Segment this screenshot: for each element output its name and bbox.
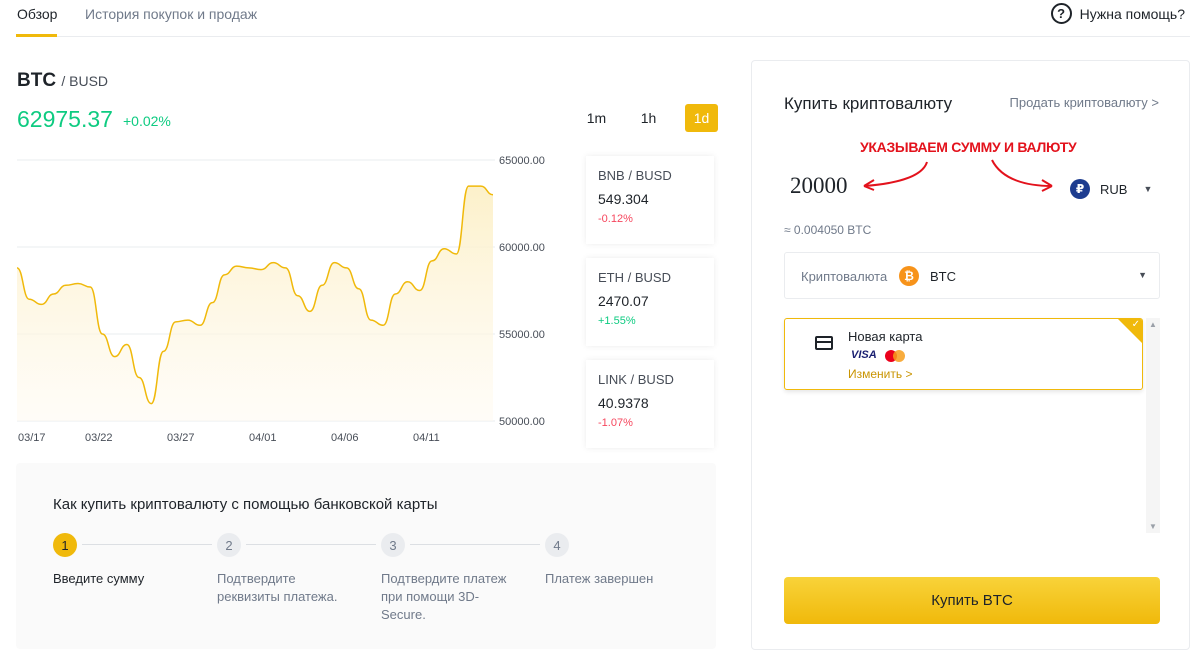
bitcoin-icon: ₿ <box>899 266 919 286</box>
step-4-dot: 4 <box>545 533 569 557</box>
help-label: Нужна помощь? <box>1079 5 1185 22</box>
x-tick-label: 03/22 <box>85 432 113 444</box>
market-name: BNB / BUSD <box>598 168 672 183</box>
step-2-dot: 2 <box>217 533 241 557</box>
tab-overview[interactable]: Обзор <box>17 6 57 22</box>
market-value: 2470.07 <box>598 293 649 309</box>
x-tick-label: 04/06 <box>331 432 359 444</box>
top-nav: Обзор История покупок и продаж ? Нужна п… <box>16 0 1190 37</box>
scrollbar[interactable]: ▲ ▼ <box>1146 318 1160 533</box>
change-card-link[interactable]: Изменить > <box>848 367 912 381</box>
currency-select[interactable]: ₽ RUB ▼ <box>1070 179 1152 199</box>
pair-title: BTC / BUSD <box>17 70 108 92</box>
market-value: 40.9378 <box>598 395 649 411</box>
sell-crypto-link[interactable]: Продать криптовалюту > <box>1010 95 1160 110</box>
timeframe-1m[interactable]: 1m <box>580 104 613 132</box>
price-area <box>17 186 493 421</box>
mastercard-logo <box>885 350 907 362</box>
buy-button[interactable]: Купить BTC <box>784 577 1160 624</box>
buy-crypto-card: Купить криптовалюту Продать криптовалюту… <box>751 60 1190 650</box>
step-1-dot: 1 <box>53 533 77 557</box>
market-name: LINK / BUSD <box>598 372 674 387</box>
card-name: Новая карта <box>848 329 923 344</box>
y-tick-label: 55000.00 <box>499 329 545 341</box>
pair-change: +0.02% <box>123 113 171 129</box>
y-tick-label: 65000.00 <box>499 155 545 167</box>
howto-panel: Как купить криптовалюту с помощью банков… <box>16 463 716 649</box>
x-tick-label: 04/01 <box>249 432 277 444</box>
pair-quote: / BUSD <box>61 73 109 89</box>
step-connector <box>82 544 212 545</box>
market-name: ETH / BUSD <box>598 270 671 285</box>
market-card-link[interactable]: LINK / BUSD 40.9378 -1.07% <box>586 360 714 448</box>
annotation-text: УКАЗЫВАЕМ СУММУ И ВАЛЮТУ <box>860 139 1077 155</box>
market-change: +1.55% <box>598 315 636 327</box>
currency-code: RUB <box>1100 181 1128 197</box>
market-card-eth[interactable]: ETH / BUSD 2470.07 +1.55% <box>586 258 714 346</box>
pair-price: 62975.37 <box>17 106 113 132</box>
buy-title: Купить криптовалюту <box>784 94 953 113</box>
market-change: -0.12% <box>598 213 633 225</box>
step-4-label: Платеж завершен <box>545 571 654 586</box>
help-circle-icon: ? <box>1050 3 1072 24</box>
scroll-down-icon[interactable]: ▼ <box>1149 522 1157 531</box>
y-tick-label: 60000.00 <box>499 242 545 254</box>
step-connector <box>246 544 376 545</box>
credit-card-icon <box>815 336 833 350</box>
check-icon: ✓ <box>1131 319 1140 330</box>
amount-input[interactable]: 20000 <box>790 173 848 199</box>
visa-logo: VISA <box>851 349 877 361</box>
caret-down-icon: ▼ <box>1143 184 1153 194</box>
step-connector <box>410 544 540 545</box>
price-chart: 65000.00 60000.00 55000.00 50000.00 03/17 03… <box>16 155 545 444</box>
x-tick-label: 03/27 <box>167 432 195 444</box>
crypto-select[interactable]: Криптовалюта ₿ BTC ▼ <box>784 252 1160 299</box>
pair-base: BTC <box>17 70 57 91</box>
timeframe-1h[interactable]: 1h <box>632 104 665 132</box>
step-1-label: Введите сумму <box>53 571 145 586</box>
tab-history[interactable]: История покупок и продаж <box>85 6 257 22</box>
y-tick-label: 50000.00 <box>499 416 545 428</box>
market-value: 549.304 <box>598 191 649 207</box>
x-tick-label: 04/11 <box>413 432 440 444</box>
annotation-arrow-right <box>991 159 1053 187</box>
ruble-icon: ₽ <box>1070 179 1090 199</box>
market-card-bnb[interactable]: BNB / BUSD 549.304 -0.12% <box>586 156 714 244</box>
crypto-code: BTC <box>930 269 956 284</box>
step-3-dot: 3 <box>381 533 405 557</box>
howto-title: Как купить криптовалюту с помощью банков… <box>53 496 438 513</box>
x-tick-label: 03/17 <box>18 432 46 444</box>
payment-method-list: Новая карта VISA Изменить > ✓ ▲ ▼ <box>784 318 1160 533</box>
payment-card-option[interactable]: Новая карта VISA Изменить > ✓ <box>784 318 1143 390</box>
approx-amount: ≈ 0.004050 BTC <box>784 223 872 237</box>
active-tab-indicator <box>16 34 57 37</box>
help-link[interactable]: ? Нужна помощь? <box>1050 3 1185 24</box>
crypto-select-label: Криптовалюта <box>801 269 888 284</box>
timeframe-1d[interactable]: 1d <box>685 104 718 132</box>
step-3-label: Подтвердите платеж при помощи 3D-Secure. <box>381 571 507 622</box>
step-2-label: Подтвердите реквизиты платежа. <box>217 571 338 604</box>
annotation-arrow-left <box>863 161 928 187</box>
market-change: -1.07% <box>598 417 633 429</box>
scroll-up-icon[interactable]: ▲ <box>1149 320 1157 329</box>
caret-down-icon: ▼ <box>1138 270 1147 280</box>
